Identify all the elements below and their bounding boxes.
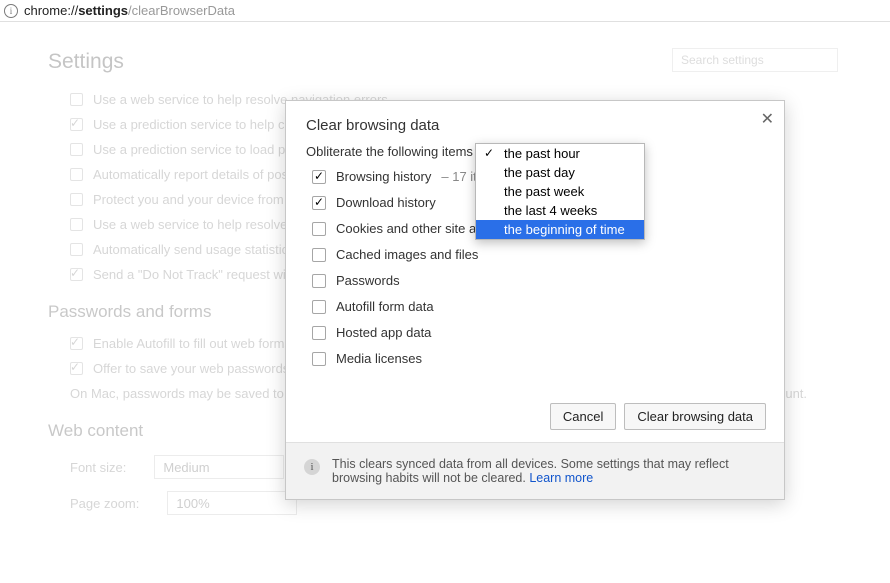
checkbox-icon[interactable] (70, 143, 83, 156)
time-range-option[interactable]: the beginning of time (476, 220, 644, 239)
time-range-option[interactable]: the past hour (476, 144, 644, 163)
site-info-icon[interactable]: i (4, 4, 18, 18)
clear-data-item-label: Autofill form data (336, 299, 434, 314)
checkbox-icon[interactable] (312, 352, 326, 366)
info-icon: i (304, 459, 320, 475)
clear-browsing-data-button[interactable]: Clear browsing data (624, 403, 766, 430)
checkbox-icon[interactable] (70, 243, 83, 256)
checkbox-icon[interactable] (70, 337, 83, 350)
checkbox-icon[interactable] (70, 118, 83, 131)
address-bar[interactable]: i chrome://settings/clearBrowserData (0, 0, 890, 22)
checkbox-icon[interactable] (70, 362, 83, 375)
learn-more-link[interactable]: Learn more (529, 471, 593, 485)
clear-data-item[interactable]: Hosted app data (312, 325, 764, 340)
time-range-option[interactable]: the past week (476, 182, 644, 201)
time-range-dropdown[interactable]: the past hourthe past daythe past weekth… (475, 143, 645, 240)
search-placeholder: Search settings (681, 53, 764, 67)
clear-data-item-label: Passwords (336, 273, 400, 288)
page-zoom-select[interactable]: 100% (167, 491, 297, 515)
font-size-select[interactable]: Medium (154, 455, 284, 479)
passwords-option-label: Offer to save your web passwords. (93, 361, 293, 376)
dialog-title: Clear browsing data (286, 101, 784, 144)
checkbox-icon[interactable] (312, 170, 326, 184)
time-range-option[interactable]: the past day (476, 163, 644, 182)
clear-data-item-label: Hosted app data (336, 325, 431, 340)
cancel-button[interactable]: Cancel (550, 403, 616, 430)
checkbox-icon[interactable] (70, 218, 83, 231)
search-settings-input[interactable]: Search settings (672, 48, 838, 72)
clear-data-item[interactable]: Media licenses (312, 351, 764, 366)
clear-data-item-label: Browsing history (336, 169, 431, 184)
clear-data-item[interactable]: Autofill form data (312, 299, 764, 314)
checkbox-icon[interactable] (70, 268, 83, 281)
clear-data-item-label: Media licenses (336, 351, 422, 366)
url-path: /clearBrowserData (128, 3, 235, 18)
clear-data-item[interactable]: Passwords (312, 273, 764, 288)
checkbox-icon[interactable] (312, 300, 326, 314)
url-host: settings (78, 3, 128, 18)
time-range-option[interactable]: the last 4 weeks (476, 201, 644, 220)
dialog-footer: i This clears synced data from all devic… (286, 442, 784, 499)
checkbox-icon[interactable] (312, 326, 326, 340)
checkbox-icon[interactable] (70, 168, 83, 181)
clear-data-item-label: Download history (336, 195, 436, 210)
url-display: chrome://settings/clearBrowserData (24, 3, 235, 18)
page-zoom-label: Page zoom: (70, 496, 139, 511)
url-scheme: chrome:// (24, 3, 78, 18)
close-icon[interactable]: ✕ (761, 109, 774, 129)
checkbox-icon[interactable] (70, 193, 83, 206)
clear-data-item-label: Cached images and files (336, 247, 478, 262)
checkbox-icon[interactable] (312, 274, 326, 288)
clear-data-item[interactable]: Cached images and files (312, 247, 764, 262)
checkbox-icon[interactable] (70, 93, 83, 106)
checkbox-icon[interactable] (312, 196, 326, 210)
checkbox-icon[interactable] (312, 222, 326, 236)
checkbox-icon[interactable] (312, 248, 326, 262)
obliterate-label: Obliterate the following items from (306, 144, 503, 159)
font-size-label: Font size: (70, 460, 126, 475)
